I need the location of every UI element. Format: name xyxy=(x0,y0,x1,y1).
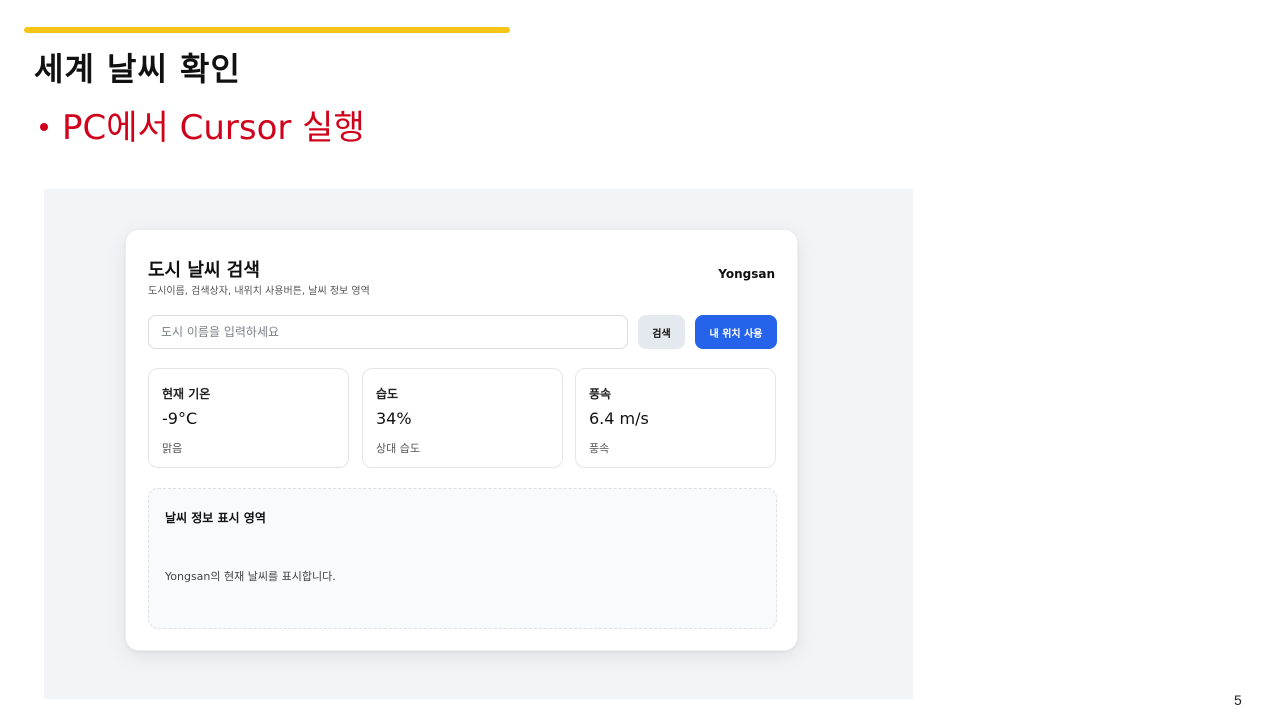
wind-speed-card: 풍속 6.4 m/s 풍속 xyxy=(575,368,776,468)
temperature-value: -9°C xyxy=(162,409,198,428)
bullet-dot-icon xyxy=(40,122,48,131)
wind-speed-desc: 풍속 xyxy=(589,442,610,455)
temperature-label: 현재 기온 xyxy=(162,387,211,401)
humidity-desc: 상대 습도 xyxy=(376,442,420,455)
search-button[interactable]: 검색 xyxy=(638,315,685,349)
temperature-desc: 맑음 xyxy=(162,442,183,455)
bullet-text: PC에서 Cursor 실행 xyxy=(62,108,365,148)
use-my-location-button[interactable]: 내 위치 사용 xyxy=(695,315,777,349)
card-subtitle: 도시이름, 검색상자, 내위치 사용버튼, 날씨 정보 영역 xyxy=(148,286,370,297)
title-accent-bar xyxy=(24,27,510,33)
info-panel-text: Yongsan의 현재 날씨를 표시합니다. xyxy=(165,570,336,583)
humidity-label: 습도 xyxy=(376,387,399,401)
wind-speed-label: 풍속 xyxy=(589,387,612,401)
weather-card: 도시 날씨 검색 도시이름, 검색상자, 내위치 사용버튼, 날씨 정보 영역 … xyxy=(125,229,798,651)
city-search-input[interactable] xyxy=(148,315,628,349)
app-screenshot-frame: 도시 날씨 검색 도시이름, 검색상자, 내위치 사용버튼, 날씨 정보 영역 … xyxy=(44,189,913,699)
weather-info-panel: 날씨 정보 표시 영역 Yongsan의 현재 날씨를 표시합니다. xyxy=(148,488,777,629)
slide-title: 세계 날씨 확인 xyxy=(34,50,241,88)
temperature-card: 현재 기온 -9°C 맑음 xyxy=(148,368,349,468)
humidity-value: 34% xyxy=(376,409,412,428)
slide-bullet: PC에서 Cursor 실행 xyxy=(40,100,365,149)
card-title: 도시 날씨 검색 xyxy=(148,260,260,281)
info-panel-title: 날씨 정보 표시 영역 xyxy=(165,511,266,525)
page-number: 5 xyxy=(1234,692,1242,708)
wind-speed-value: 6.4 m/s xyxy=(589,409,649,428)
current-location-label: Yongsan xyxy=(718,267,775,281)
humidity-card: 습도 34% 상대 습도 xyxy=(362,368,563,468)
